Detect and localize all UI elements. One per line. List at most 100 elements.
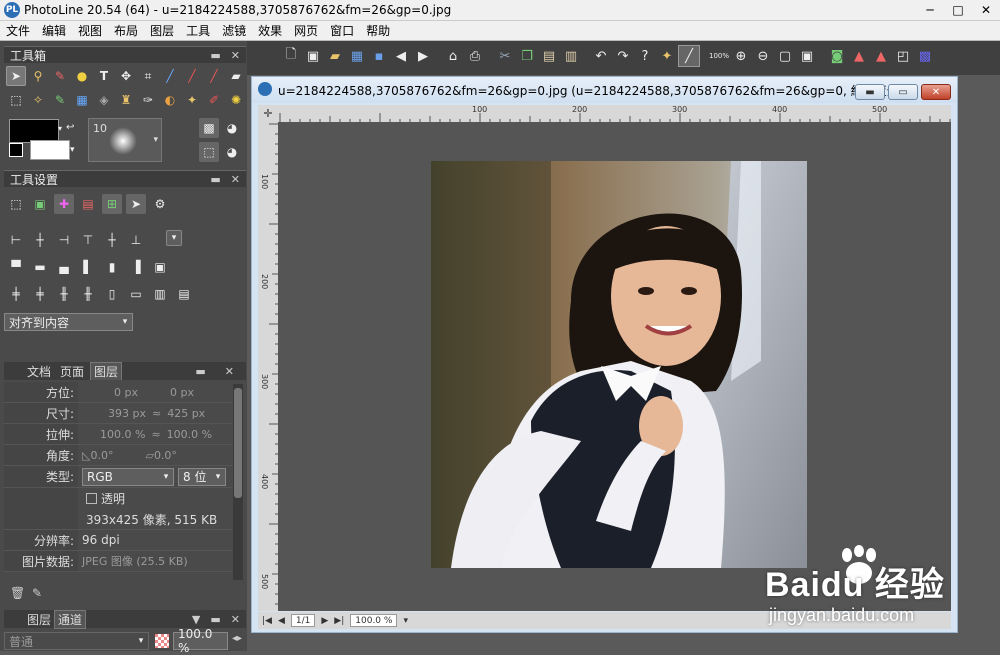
fit-page-icon[interactable]: ▣ <box>796 45 818 67</box>
tab-page[interactable]: 页面 <box>57 363 87 380</box>
pointer-option-icon[interactable]: ➤ <box>126 194 146 214</box>
new-from-clipboard-icon[interactable]: ▣ <box>302 45 324 67</box>
gradient-tool-icon[interactable]: ▦ <box>72 90 92 110</box>
stretch-x[interactable]: 100.0 % <box>100 428 145 441</box>
text-tool-icon[interactable]: T <box>94 66 114 86</box>
zoom-out-icon[interactable]: ⊖ <box>752 45 774 67</box>
space-left-icon[interactable]: ╪ <box>6 284 26 304</box>
page-indicator[interactable]: 1/1 <box>290 614 316 627</box>
props-minimize-icon[interactable]: ▬ <box>192 365 208 378</box>
add-icon[interactable]: ✚ <box>54 194 74 214</box>
link-icon[interactable]: ≈ <box>152 407 161 420</box>
red-eye-tool-icon[interactable]: ✐ <box>204 90 224 110</box>
angle-1[interactable]: 0.0° <box>90 449 113 462</box>
help-icon[interactable]: ? <box>634 45 656 67</box>
toolbox-close-icon[interactable]: ✕ <box>231 49 240 62</box>
align-bottom-icon[interactable]: ⊥ <box>126 230 146 250</box>
selection-mode-icon[interactable]: ⬚ <box>199 142 219 162</box>
bits-select[interactable]: 8 位 ▾ <box>178 467 226 486</box>
fill-tool-icon[interactable]: ◈ <box>94 90 114 110</box>
size-h[interactable]: 425 px <box>167 407 205 420</box>
menu-filter[interactable]: 滤镜 <box>216 22 252 39</box>
copy-icon[interactable]: ❐ <box>516 45 538 67</box>
brush-dropdown-icon[interactable]: ▾ <box>153 135 158 145</box>
doc-minimize-button[interactable]: ▬ <box>855 84 885 100</box>
dist-left-icon[interactable]: ▌ <box>78 257 98 277</box>
retouch-tool-icon[interactable]: ✑ <box>138 90 158 110</box>
cut-icon[interactable]: ✂ <box>494 45 516 67</box>
dist-hcenter-icon[interactable]: ▮ <box>102 257 122 277</box>
settings-gear-icon[interactable]: ⚙ <box>150 194 170 214</box>
opacity-field[interactable]: 100.0 % <box>173 627 228 655</box>
dist-top-icon[interactable]: ▀ <box>6 257 26 277</box>
layer-image-icon[interactable]: ▤ <box>78 194 98 214</box>
transform-icon[interactable]: ⊞ <box>102 194 122 214</box>
align-vcenter-icon[interactable]: ┼ <box>102 230 122 250</box>
space-top-icon[interactable]: ╫ <box>54 284 74 304</box>
stretch-y[interactable]: 100.0 % <box>167 428 212 441</box>
mask-2-icon[interactable]: ◕ <box>222 118 242 138</box>
select-object-icon[interactable]: ⬚ <box>6 194 26 214</box>
flag-icon[interactable]: ▩ <box>914 45 936 67</box>
menu-window[interactable]: 窗口 <box>324 22 360 39</box>
align-to-select[interactable]: 对齐到内容 ▾ <box>4 313 133 331</box>
dist-both-icon[interactable]: ▣ <box>150 257 170 277</box>
tool-settings-minimize-icon[interactable]: ▬ <box>210 173 220 186</box>
maximize-button[interactable]: □ <box>944 3 972 17</box>
angle-2[interactable]: 0.0° <box>154 449 177 462</box>
menu-effects[interactable]: 效果 <box>252 22 288 39</box>
layers-minimize-icon[interactable]: ▬ <box>210 613 220 626</box>
arrow-tool-icon[interactable]: ➤ <box>6 66 26 86</box>
transparent-checkbox[interactable] <box>86 493 97 504</box>
dodge-tool-icon[interactable]: ✦ <box>182 90 202 110</box>
open-folder-icon[interactable]: ▰ <box>324 45 346 67</box>
space-v-icon[interactable]: ▭ <box>126 284 146 304</box>
default-colors-icon[interactable] <box>9 143 23 157</box>
mask-icon[interactable]: ▩ <box>199 118 219 138</box>
print-icon[interactable]: ⎙ <box>464 45 486 67</box>
stamp-tool-icon[interactable]: ♜ <box>116 90 136 110</box>
crop-export-icon[interactable]: ◰ <box>892 45 914 67</box>
stretch-link-icon[interactable]: ≈ <box>151 428 160 441</box>
measure-icon[interactable]: ╱ <box>678 45 700 67</box>
position-y[interactable]: 0 px <box>170 386 194 399</box>
tab-layer[interactable]: 图层 <box>90 362 123 380</box>
crop-tool-icon[interactable]: ⌗ <box>138 66 158 86</box>
last-page-icon[interactable]: ▶| <box>334 616 344 626</box>
undo-icon[interactable]: ↶ <box>590 45 612 67</box>
tab-document[interactable]: 文档 <box>24 363 54 380</box>
color-triangle-2-icon[interactable]: ▲ <box>870 45 892 67</box>
space-h-icon[interactable]: ▯ <box>102 284 122 304</box>
next-page-icon[interactable]: ▶ <box>321 616 328 626</box>
space-h-equal-icon[interactable]: ▥ <box>150 284 170 304</box>
menu-web[interactable]: 网页 <box>288 22 324 39</box>
new-document-icon[interactable]: 🗋 <box>280 45 302 67</box>
blend-mode-select[interactable]: 普通 ▾ <box>4 632 149 650</box>
menu-edit[interactable]: 编辑 <box>36 22 72 39</box>
space-middle-icon[interactable]: ╫ <box>78 284 98 304</box>
lasso-icon[interactable]: ✎ <box>50 90 70 110</box>
props-close-icon[interactable]: ✕ <box>222 365 237 378</box>
align-hcenter-icon[interactable]: ┼ <box>30 230 50 250</box>
resolution-value[interactable]: 96 dpi <box>82 533 120 547</box>
selection-mode-2-icon[interactable]: ◕ <box>222 142 242 162</box>
zoom-in-icon[interactable]: ⊕ <box>730 45 752 67</box>
shape-icon[interactable]: ● <box>72 66 92 86</box>
sun-tool-icon[interactable]: ✺ <box>226 90 246 110</box>
brush-preview[interactable]: 10 ▾ <box>88 118 162 162</box>
size-w[interactable]: 393 px <box>108 407 146 420</box>
menu-help[interactable]: 帮助 <box>360 22 396 39</box>
trash-icon[interactable]: 🗑 <box>10 586 25 600</box>
swap-colors-icon[interactable]: ↩ <box>66 122 82 134</box>
dist-right-icon[interactable]: ▐ <box>126 257 146 277</box>
menu-file[interactable]: 文件 <box>0 22 36 39</box>
scrollbar-thumb[interactable] <box>234 388 242 498</box>
align-left-icon[interactable]: ⊢ <box>6 230 26 250</box>
dist-bottom-icon[interactable]: ▄ <box>54 257 74 277</box>
menu-tools[interactable]: 工具 <box>180 22 216 39</box>
paste-icon[interactable]: ▤ <box>538 45 560 67</box>
first-page-icon[interactable]: |◀ <box>262 616 272 626</box>
ruler-origin-icon[interactable]: ✛ <box>258 105 278 122</box>
layers-menu-icon[interactable]: ▼ <box>192 613 200 626</box>
brush-stroke-icon[interactable]: ✎ <box>50 66 70 86</box>
